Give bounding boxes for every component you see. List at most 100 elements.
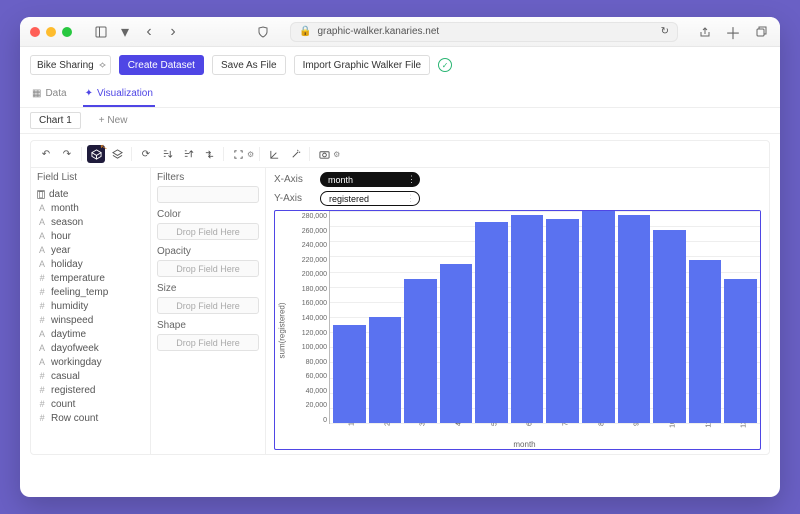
bar[interactable]	[369, 317, 402, 423]
field-item[interactable]: dayofweek	[37, 341, 144, 355]
magic-wand-icon[interactable]	[286, 145, 304, 163]
ytick: 0	[323, 417, 327, 424]
chevron-down-icon[interactable]: ▾	[116, 23, 134, 41]
size-dropzone[interactable]: Drop Field Here	[157, 297, 259, 314]
filters-dropzone[interactable]	[157, 186, 259, 203]
fit-screen-icon[interactable]	[229, 145, 247, 163]
bar[interactable]	[511, 215, 544, 423]
refresh-icon[interactable]: ⟳	[137, 145, 155, 163]
new-chart-tab[interactable]: + New	[91, 113, 136, 128]
bar[interactable]	[475, 222, 508, 423]
field-item[interactable]: date	[37, 187, 144, 201]
create-dataset-button[interactable]: Create Dataset	[119, 55, 204, 75]
redo-icon[interactable]: ↷	[58, 145, 76, 163]
field-item[interactable]: Row count	[37, 411, 144, 425]
field-item[interactable]: hour	[37, 229, 144, 243]
pill-menu-icon[interactable]: ⋮	[407, 174, 416, 185]
num-field-icon	[37, 371, 47, 381]
field-item[interactable]: feeling_temp	[37, 285, 144, 299]
camera-icon[interactable]	[315, 145, 333, 163]
titlebar: ▾ ‹ › 🔒 graphic-walker.kanaries.net ↻ ＋	[20, 17, 780, 47]
field-item[interactable]: humidity	[37, 299, 144, 313]
save-as-file-button[interactable]: Save As File	[212, 55, 286, 75]
field-item[interactable]: temperature	[37, 271, 144, 285]
new-tab-icon[interactable]: ＋	[724, 23, 742, 41]
bar[interactable]	[653, 230, 686, 423]
field-label: date	[49, 189, 68, 200]
mark-cube-icon[interactable]: ↖	[87, 145, 105, 163]
url-bar[interactable]: 🔒 graphic-walker.kanaries.net ↻	[290, 22, 678, 42]
gear-icon[interactable]: ⚙	[333, 150, 340, 159]
x-axis-pill[interactable]: month ⋮	[320, 172, 420, 187]
shape-dropzone[interactable]: Drop Field Here	[157, 334, 259, 351]
x-axis-shelf[interactable]: X-Axis month ⋮	[274, 172, 761, 187]
bar[interactable]	[582, 211, 615, 423]
bar[interactable]	[440, 264, 473, 423]
dataset-select[interactable]: Bike Sharing	[30, 55, 111, 75]
field-label: holiday	[51, 259, 83, 270]
dataset-toolbar: Bike Sharing Create Dataset Save As File…	[20, 47, 780, 83]
chart-ylabel: sum(registered)	[275, 211, 289, 449]
chart-canvas[interactable]: sum(registered) 280,000260,000240,000220…	[274, 210, 761, 450]
text-field-icon	[37, 203, 47, 213]
bar[interactable]	[724, 279, 757, 423]
sort-asc-icon[interactable]	[179, 145, 197, 163]
bar[interactable]	[404, 279, 437, 423]
share-icon[interactable]	[696, 23, 714, 41]
opacity-dropzone[interactable]: Drop Field Here	[157, 260, 259, 277]
field-item[interactable]: casual	[37, 369, 144, 383]
field-item[interactable]: workingday	[37, 355, 144, 369]
shelf-size-label: Size	[157, 283, 259, 294]
forward-icon[interactable]: ›	[164, 23, 182, 41]
y-axis-pill[interactable]: registered ⋮	[320, 191, 420, 206]
reload-icon[interactable]: ↻	[661, 26, 669, 37]
field-item[interactable]: year	[37, 243, 144, 257]
field-label: hour	[51, 231, 71, 242]
field-item[interactable]: count	[37, 397, 144, 411]
text-field-icon	[37, 245, 47, 255]
field-item[interactable]: holiday	[37, 257, 144, 271]
window-controls[interactable]	[30, 27, 72, 37]
layers-icon[interactable]	[108, 145, 126, 163]
ytick: 280,000	[302, 213, 327, 220]
field-item[interactable]: daytime	[37, 327, 144, 341]
import-file-button[interactable]: Import Graphic Walker File	[294, 55, 431, 75]
bar[interactable]	[618, 215, 651, 423]
text-field-icon	[37, 217, 47, 227]
shelf-opacity-label: Opacity	[157, 246, 259, 257]
pill-menu-icon[interactable]: ⋮	[406, 193, 415, 204]
field-item[interactable]: season	[37, 215, 144, 229]
color-dropzone[interactable]: Drop Field Here	[157, 223, 259, 240]
field-item[interactable]: registered	[37, 383, 144, 397]
gear-icon[interactable]: ⚙	[247, 150, 254, 159]
back-icon[interactable]: ‹	[140, 23, 158, 41]
chart-tab-1[interactable]: Chart 1	[30, 112, 81, 129]
bar[interactable]	[689, 260, 722, 423]
field-item[interactable]: winspeed	[37, 313, 144, 327]
shield-icon[interactable]	[254, 23, 272, 41]
sort-desc-icon[interactable]	[158, 145, 176, 163]
bar[interactable]	[546, 219, 579, 423]
close-icon[interactable]	[30, 27, 40, 37]
field-label: count	[51, 399, 75, 410]
tab-data[interactable]: ▦ Data	[30, 83, 69, 107]
y-axis-shelf[interactable]: Y-Axis registered ⋮	[274, 191, 761, 206]
lock-icon: 🔒	[299, 26, 311, 37]
field-label: year	[51, 245, 70, 256]
ytick: 120,000	[302, 330, 327, 337]
undo-icon[interactable]: ↶	[37, 145, 55, 163]
sidebar-toggle-icon[interactable]	[92, 23, 110, 41]
transpose-icon[interactable]	[200, 145, 218, 163]
tab-visualization[interactable]: ✦ Visualization	[83, 83, 155, 107]
tab-viz-label: Visualization	[97, 88, 153, 99]
coord-icon[interactable]	[265, 145, 283, 163]
field-label: daytime	[51, 329, 86, 340]
chart-tabs: Chart 1 + New	[20, 108, 780, 133]
minimize-icon[interactable]	[46, 27, 56, 37]
bar[interactable]	[333, 325, 366, 423]
field-item[interactable]: month	[37, 201, 144, 215]
tabs-overview-icon[interactable]	[752, 23, 770, 41]
ytick: 200,000	[302, 271, 327, 278]
tab-data-label: Data	[45, 88, 66, 99]
maximize-icon[interactable]	[62, 27, 72, 37]
